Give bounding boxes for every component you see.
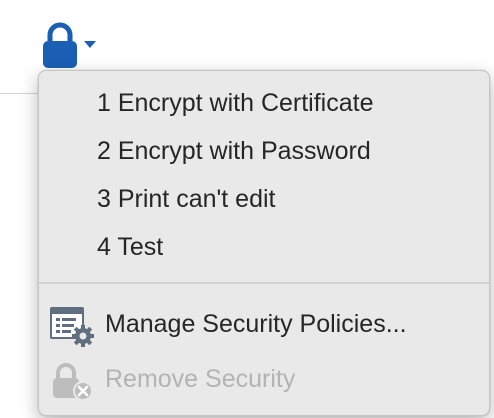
security-policy-settings-icon: [50, 307, 94, 347]
security-dropdown-button[interactable]: [40, 20, 102, 70]
security-menu: 1 Encrypt with Certificate 2 Encrypt wit…: [38, 70, 490, 416]
menu-item-manage-security-policies[interactable]: Manage Security Policies...: [39, 302, 489, 347]
menu-item-label: 3 Print can't edit: [97, 185, 276, 213]
lock-remove-icon: [53, 363, 93, 401]
menu-separator: [39, 282, 489, 284]
menu-item-label: Remove Security: [105, 365, 296, 393]
menu-item-test[interactable]: 4 Test: [39, 225, 489, 269]
menu-item-label: 4 Test: [97, 233, 164, 261]
lock-icon: [43, 22, 77, 68]
toolbar-divider: [0, 93, 40, 94]
menu-item-print-cant-edit[interactable]: 3 Print can't edit: [39, 177, 489, 221]
menu-item-encrypt-password[interactable]: 2 Encrypt with Password: [39, 129, 489, 173]
caret-down-icon: [84, 41, 96, 48]
menu-item-encrypt-certificate[interactable]: 1 Encrypt with Certificate: [39, 81, 489, 125]
menu-item-label: 1 Encrypt with Certificate: [97, 89, 374, 117]
menu-item-label: 2 Encrypt with Password: [97, 137, 371, 165]
menu-item-remove-security: Remove Security: [39, 357, 489, 401]
menu-item-label: Manage Security Policies...: [105, 310, 407, 338]
